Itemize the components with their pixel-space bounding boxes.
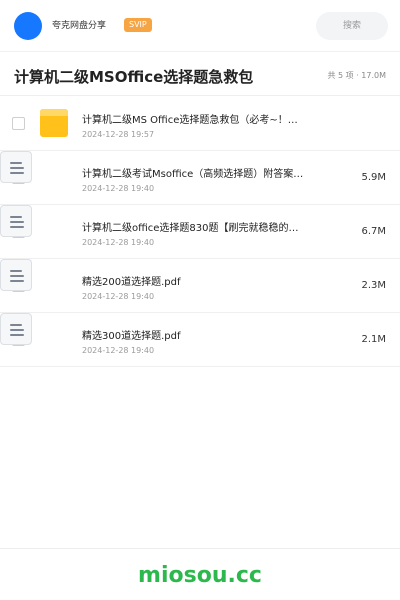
file-name: 计算机二级考试Msoffice（高频选择题）附答案… <box>82 169 304 180</box>
document-icon <box>0 313 32 345</box>
document-icon <box>0 205 32 237</box>
footer: miosou.cc <box>0 548 400 600</box>
list-item[interactable]: 精选300道选择题.pdf 2024-12-28 19:40 2.1M <box>0 313 400 367</box>
title-bar: 计算机二级MSOffice选择题急救包 共 5 项 · 17.0M <box>0 52 400 96</box>
site-watermark: miosou.cc <box>138 563 262 588</box>
file-date: 2024-12-28 19:40 <box>82 184 155 193</box>
file-size: 2.3M <box>361 280 386 291</box>
file-size: 2.1M <box>361 334 386 345</box>
avatar[interactable] <box>14 12 42 40</box>
file-name: 精选300道选择题.pdf <box>82 331 181 342</box>
file-date: 2024-12-28 19:40 <box>82 346 155 355</box>
file-date: 2024-12-28 19:40 <box>82 292 155 301</box>
file-name: 计算机二级office选择题830题【刷完就稳稳的… <box>82 223 299 234</box>
document-icon <box>0 151 32 183</box>
list-item-folder[interactable]: 计算机二级MS Office选择题急救包（必考~！… 2024-12-28 19… <box>0 97 400 151</box>
file-name: 精选200道选择题.pdf <box>82 277 181 288</box>
file-name: 计算机二级MS Office选择题急救包（必考~！… <box>82 115 298 126</box>
file-date: 2024-12-28 19:57 <box>82 130 155 139</box>
file-size: 6.7M <box>361 226 386 237</box>
file-summary: 共 5 项 · 17.0M <box>327 71 386 80</box>
document-icon <box>0 259 32 291</box>
list-item[interactable]: 精选200道选择题.pdf 2024-12-28 19:40 2.3M <box>0 259 400 313</box>
file-size: 5.9M <box>361 172 386 183</box>
list-item[interactable]: 计算机二级office选择题830题【刷完就稳稳的… 2024-12-28 19… <box>0 205 400 259</box>
file-list: 计算机二级MS Office选择题急救包（必考~！… 2024-12-28 19… <box>0 97 400 367</box>
page-title: 计算机二级MSOffice选择题急救包 <box>14 68 254 86</box>
list-item[interactable]: 计算机二级考试Msoffice（高频选择题）附答案… 2024-12-28 19… <box>0 151 400 205</box>
share-header: 夸克网盘分享 SVIP <box>0 0 400 52</box>
share-owner-name: 夸克网盘分享 <box>52 21 107 31</box>
folder-icon <box>38 108 70 140</box>
svip-badge: SVIP <box>124 18 152 32</box>
select-checkbox[interactable] <box>12 117 25 130</box>
file-date: 2024-12-28 19:40 <box>82 238 155 247</box>
search-input[interactable] <box>316 12 388 40</box>
